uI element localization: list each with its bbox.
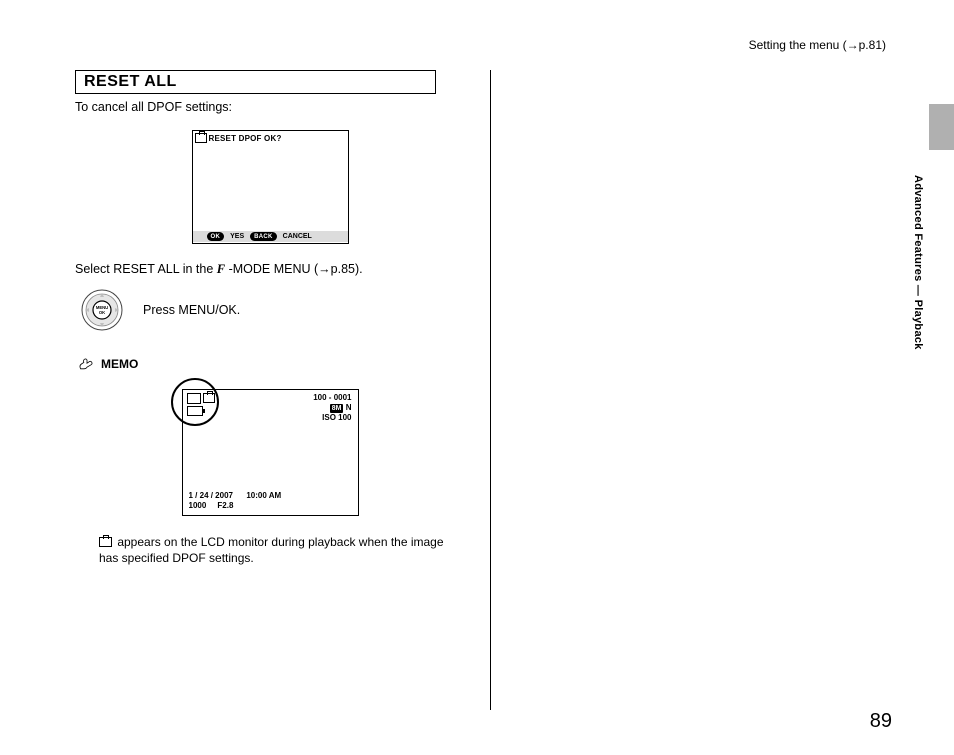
iso-value: ISO 100 <box>313 413 351 423</box>
lcd-top-right-info: 100 - 0001 8M N ISO 100 <box>313 393 351 423</box>
instr-suffix: -MODE MENU (→p.85). <box>225 262 363 276</box>
shutter-speed: 1000 <box>189 501 207 510</box>
memo-hand-icon <box>79 357 95 371</box>
camera-lcd-playback: 100 - 0001 8M N ISO 100 1 / 24 / 2007 10… <box>182 389 359 516</box>
aperture: F2.8 <box>217 501 233 510</box>
section-intro: To cancel all DPOF settings: <box>75 100 465 114</box>
back-label: CANCEL <box>283 233 312 240</box>
ok-pill: OK <box>207 232 225 241</box>
frame-number: 100 - 0001 <box>313 393 351 403</box>
lcd-prompt: RESET DPOF OK? <box>195 133 282 143</box>
capture-date: 1 / 24 / 2007 <box>189 491 233 500</box>
lcd-bottom-left-info: 1 / 24 / 2007 10:00 AM 1000 F2.8 <box>189 491 282 511</box>
thumb-tab <box>929 104 954 150</box>
battery-icon <box>187 406 203 416</box>
camera-lcd-confirm: RESET DPOF OK? OK YES BACK CANCEL <box>192 130 349 244</box>
dpof-icon <box>195 133 207 143</box>
instruction-line: Select RESET ALL in the F -MODE MENU (→p… <box>75 262 465 277</box>
press-text: Press MENU/OK. <box>143 303 240 317</box>
play-icon <box>187 393 201 404</box>
f-mode-glyph: F <box>217 262 225 276</box>
press-row: MENU OK Press MENU/OK. <box>81 289 465 331</box>
capture-time: 10:00 AM <box>246 491 281 500</box>
svg-text:OK: OK <box>99 310 105 315</box>
dpof-icon <box>99 537 112 547</box>
memo-body: appears on the LCD monitor during playba… <box>99 534 465 566</box>
memo-heading: MEMO <box>79 357 465 371</box>
lcd-prompt-text: RESET DPOF OK? <box>209 134 282 143</box>
lcd-button-bar: OK YES BACK CANCEL <box>193 231 348 242</box>
memo-heading-text: MEMO <box>101 357 138 371</box>
left-column: RESET ALL To cancel all DPOF settings: R… <box>75 70 490 710</box>
section-side-label: Advanced Features — Playback <box>912 175 924 445</box>
ok-label: YES <box>230 233 244 240</box>
page-number: 89 <box>870 710 892 733</box>
manual-page: Setting the menu (→p.81) RESET ALL To ca… <box>0 0 954 755</box>
dpof-icon <box>203 393 215 403</box>
image-size-n: N <box>346 403 352 412</box>
page-header: Setting the menu (→p.81) <box>75 38 894 52</box>
section-title: RESET ALL <box>75 70 436 94</box>
lcd-top-left-icons <box>187 393 215 416</box>
content-columns: RESET ALL To cancel all DPOF settings: R… <box>75 70 894 710</box>
image-size-badge: 8M <box>330 404 344 413</box>
column-divider <box>490 70 491 710</box>
back-pill: BACK <box>250 232 277 241</box>
instr-prefix: Select RESET ALL in the <box>75 262 217 276</box>
menu-ok-dial-icon: MENU OK <box>81 289 123 331</box>
memo-body-text: appears on the LCD monitor during playba… <box>99 535 444 565</box>
